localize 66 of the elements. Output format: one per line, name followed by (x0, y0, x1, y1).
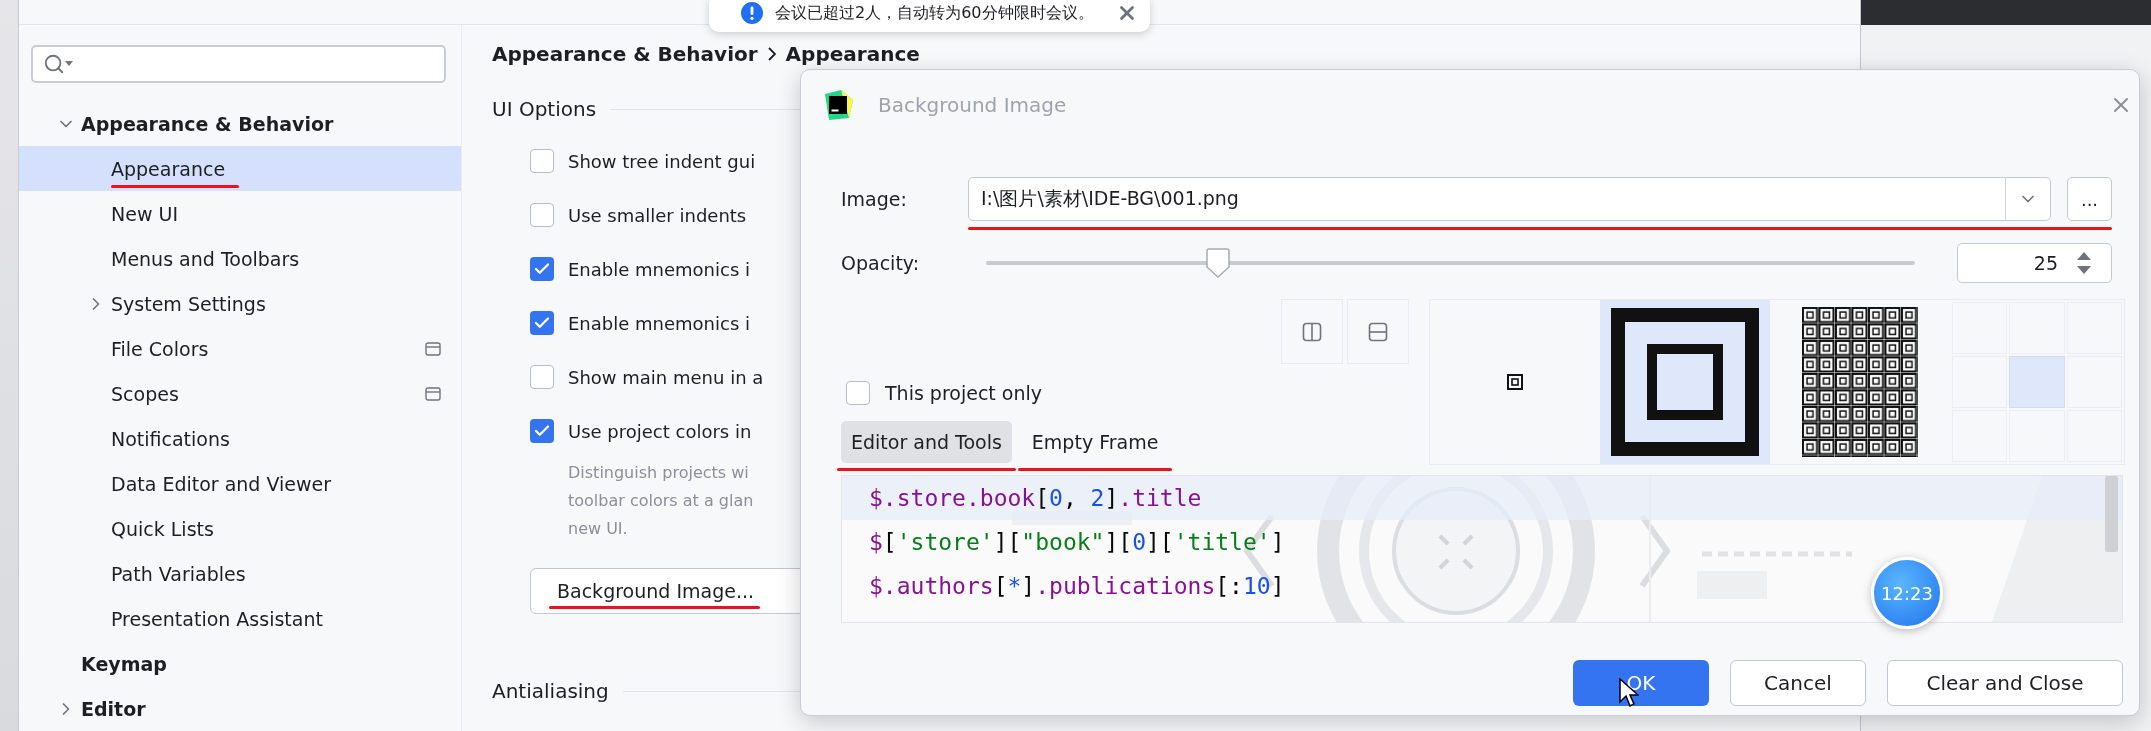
rows-icon (1368, 321, 1388, 342)
anchor-cell[interactable] (1952, 356, 2008, 408)
sidebar-item[interactable]: System Settings (19, 281, 461, 326)
fill-mode-option[interactable] (1600, 300, 1770, 464)
option-label[interactable]: Use smaller indents (568, 204, 747, 226)
dialog-button[interactable]: Cancel (1730, 660, 1866, 706)
sidebar-item[interactable]: Presentation Assistant (19, 596, 461, 641)
code-line: $['store']["book"][0]['title'] (869, 528, 1285, 557)
field-label: Image: (841, 188, 908, 210)
sidebar-item[interactable]: New UI (19, 191, 461, 236)
nested-squares-icon (1610, 307, 1760, 457)
sidebar-item[interactable]: Data Editor and Viewer (19, 461, 461, 506)
chevron-right-icon (767, 47, 776, 61)
dialog-button[interactable]: Clear and Close (1887, 660, 2123, 706)
sidebar-item[interactable]: Editor (19, 686, 461, 731)
option-description: Distinguish projects wi toolbar colors at a glan new UI. (568, 462, 754, 540)
checkbox[interactable] (530, 203, 554, 227)
anchor-cell[interactable] (2066, 356, 2122, 408)
checkbox-label[interactable]: This project only (885, 382, 1043, 404)
dialog-button[interactable]: OK (1573, 660, 1709, 706)
notification-text: 会议已超过2人，自动转为60分钟限时会议。 (775, 2, 1094, 24)
sidebar-item[interactable]: Menus and Toolbars (19, 236, 461, 281)
option-label[interactable]: Use project colors in (568, 420, 752, 442)
browse-button[interactable]: ... (2067, 177, 2112, 221)
sidebar-item[interactable]: Scopes (19, 371, 461, 416)
checkbox[interactable] (846, 381, 870, 405)
app-logo-icon (823, 90, 853, 120)
split-vertical-button[interactable] (1281, 299, 1343, 364)
option-label[interactable]: Show main menu in a (568, 366, 764, 388)
checkbox[interactable] (530, 365, 554, 389)
columns-icon (1302, 321, 1322, 342)
section-title: UI Options (492, 97, 597, 121)
sidebar-item[interactable]: Notifications (19, 416, 461, 461)
field-label: Opacity: (841, 252, 921, 274)
code-line: $.authors[*].publications[:10] (869, 572, 1285, 601)
sidebar-item[interactable]: File Colors (19, 326, 461, 371)
slider-thumb[interactable] (1206, 248, 1231, 278)
tab[interactable]: Empty Frame (1021, 421, 1169, 463)
tiled-squares-icon (1802, 307, 1918, 457)
checkbox[interactable] (530, 419, 554, 443)
dialog-title: Background Image (878, 93, 1067, 117)
split-horizontal-button[interactable] (1347, 299, 1409, 364)
opacity-field[interactable]: 25 (1957, 243, 2112, 283)
option-label[interactable]: Enable mnemonics i (568, 312, 750, 334)
nested-squares-icon (1507, 374, 1523, 390)
image-path-combobox[interactable]: I:\图片\素材\IDE-BG\001.png (968, 177, 2051, 221)
sidebar-item[interactable]: Appearance & Behavior (19, 101, 461, 146)
search-icon (43, 53, 65, 75)
checkbox[interactable] (530, 149, 554, 173)
option-label[interactable]: Show tree indent gui (568, 150, 756, 172)
option-label[interactable]: Enable mnemonics i (568, 258, 750, 280)
breadcrumb-item[interactable]: Appearance & Behavior (492, 42, 758, 66)
sidebar-item[interactable]: Keymap (19, 641, 461, 686)
search-field[interactable] (31, 45, 446, 83)
breadcrumb-item[interactable]: Appearance (785, 42, 920, 66)
caret-icon (65, 61, 73, 67)
scrollbar-thumb[interactable] (2105, 476, 2118, 552)
sidebar-item[interactable]: Path Variables (19, 551, 461, 596)
section-title: Antialiasing (492, 679, 609, 703)
checkbox[interactable] (530, 311, 554, 335)
slider-track[interactable] (986, 248, 1915, 278)
sidebar-item[interactable]: Appearance (19, 146, 461, 191)
anchor-cell[interactable] (2009, 356, 2065, 408)
code-line: $.store.book[0, 2].title (869, 484, 1202, 513)
sidebar-item[interactable]: Quick Lists (19, 506, 461, 551)
checkbox[interactable] (530, 257, 554, 281)
